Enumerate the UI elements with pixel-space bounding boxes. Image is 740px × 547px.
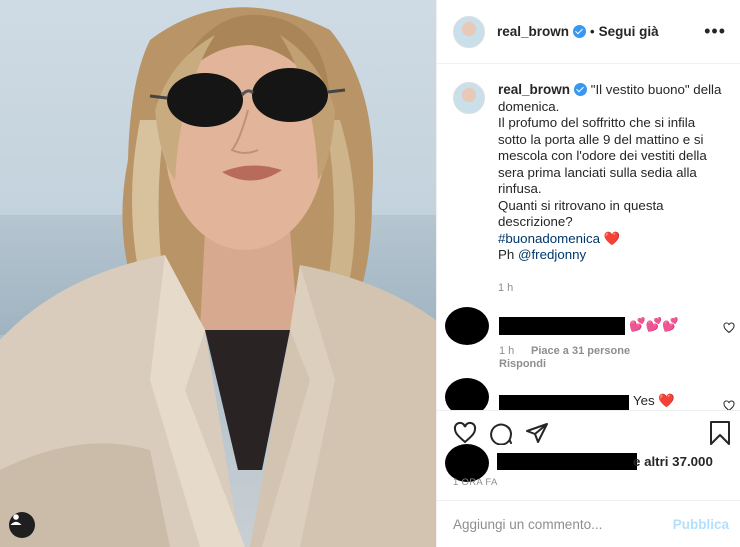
caption-line: Il profumo del soffritto che si infila (498, 115, 696, 130)
verified-badge-icon (574, 83, 588, 96)
more-options-icon[interactable]: ••• (704, 21, 726, 42)
caption-line: Quanti si ritrovano in questa (498, 197, 664, 213)
follow-button[interactable]: Segui già (599, 24, 659, 39)
comment-text: Yes ❤️ (633, 393, 675, 408)
header-separator: • (590, 24, 595, 39)
post-photo[interactable] (0, 0, 436, 547)
redacted-username (499, 395, 629, 410)
comment-text: 💕💕💕 (629, 317, 679, 332)
verified-badge-icon (573, 25, 587, 38)
post-side-panel: real_brown • Segui già ••• real_brown "I… (436, 0, 740, 547)
caption-line: domenica. (498, 98, 560, 114)
redacted-username (499, 317, 625, 335)
caption-line: "Il vestito buono" della (590, 82, 722, 97)
caption-line: sotto la porta alle 9 del mattino e si (498, 131, 704, 147)
comment-heart-icon[interactable] (723, 400, 735, 410)
add-comment-bar: Pubblica (437, 500, 740, 547)
caption-line: sera prima lanciati sulla sedia alla (498, 164, 697, 180)
comment-reply-button[interactable]: Rispondi (499, 358, 546, 370)
caption-username[interactable]: real_brown (498, 82, 570, 97)
post-caption: real_brown "Il vestito buono" della dome… (453, 82, 733, 296)
author-username[interactable]: real_brown (497, 24, 569, 39)
comment-input[interactable] (453, 516, 673, 532)
comment-item: 💕💕💕 1 h Piace a 31 persone Rispondi (445, 307, 735, 377)
comment-heart-icon[interactable] (723, 322, 735, 334)
hashtag-link[interactable]: #buonadomenica (498, 231, 600, 246)
caption-heart-emoji: ❤️ (603, 230, 621, 246)
post-timestamp[interactable]: 1 ORA FA (453, 477, 498, 488)
caption-line: mescola con l'odore dei vestiti della (498, 148, 707, 163)
credit-mention-link[interactable]: @fredjonny (518, 247, 586, 262)
credit-prefix: Ph (498, 247, 515, 262)
comment-time[interactable]: 1 h (499, 345, 514, 357)
publish-button[interactable]: Pubblica (673, 517, 729, 532)
author-avatar[interactable] (453, 15, 485, 48)
photo-portrait (0, 7, 436, 547)
caption-line: rinfusa. (498, 181, 542, 196)
user-tag-icon[interactable] (9, 512, 35, 538)
post-header: real_brown • Segui già ••• (437, 0, 740, 64)
caption-time[interactable]: 1 h (498, 280, 733, 297)
redacted-liker-name (497, 453, 637, 470)
comment-avatar-redacted[interactable] (445, 307, 489, 345)
caption-author-avatar[interactable] (453, 82, 485, 114)
caption-line: descrizione? (498, 214, 573, 229)
comment-avatar-redacted[interactable] (445, 378, 489, 410)
comment-likes[interactable]: Piace a 31 persone (531, 345, 630, 357)
comment-item: Yes ❤️ (445, 378, 735, 410)
likes-count[interactable]: e altri 37.000 (633, 454, 713, 469)
